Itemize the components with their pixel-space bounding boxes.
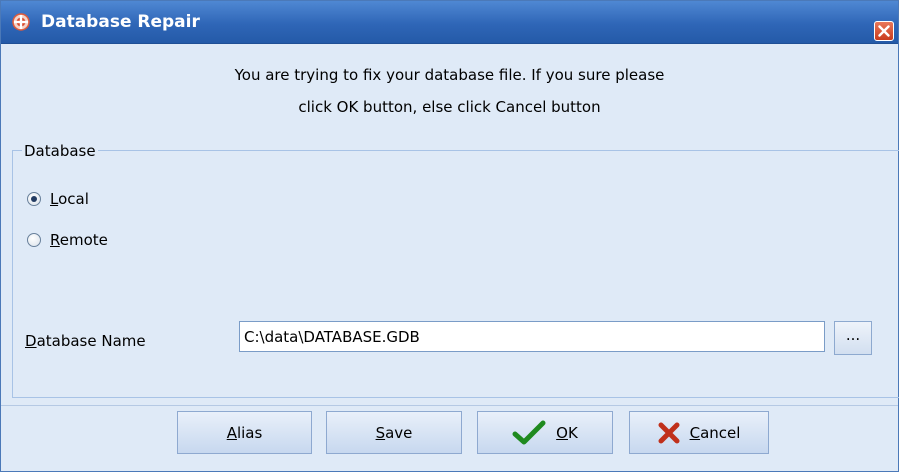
alias-button-label: Alias: [226, 423, 263, 442]
app-logo-icon: [12, 13, 30, 31]
radio-remote-indicator[interactable]: [27, 233, 41, 247]
radio-remote-label: Remote: [50, 231, 108, 249]
save-button-label: Save: [375, 423, 413, 442]
ok-button[interactable]: OK: [477, 411, 613, 454]
alias-button[interactable]: Alias: [177, 411, 312, 454]
radio-local[interactable]: Local: [27, 190, 89, 208]
radio-local-indicator[interactable]: [27, 192, 41, 206]
database-group-legend: Database: [22, 142, 98, 160]
browse-button[interactable]: ...: [834, 321, 872, 355]
database-repair-window: Database Repair You are trying to fix yo…: [0, 0, 899, 472]
instruction-message: You are trying to fix your database file…: [1, 59, 898, 123]
message-line-2: click OK button, else click Cancel butto…: [298, 98, 601, 116]
save-button[interactable]: Save: [326, 411, 462, 454]
close-button[interactable]: [874, 21, 894, 41]
x-icon: [658, 422, 680, 443]
database-name-label: Database Name: [25, 332, 146, 350]
cancel-button-label: Cancel: [689, 423, 741, 442]
database-name-input[interactable]: [239, 321, 825, 352]
checkmark-icon: [512, 420, 546, 444]
title-bar[interactable]: Database Repair: [1, 1, 898, 44]
button-separator: [1, 405, 898, 406]
close-icon: [878, 25, 890, 37]
radio-local-label: Local: [50, 190, 89, 208]
window-title: Database Repair: [41, 12, 200, 32]
database-groupbox: [12, 150, 899, 398]
cancel-button[interactable]: Cancel: [629, 411, 769, 454]
message-line-1: You are trying to fix your database file…: [234, 66, 665, 84]
ok-button-label: OK: [556, 423, 578, 442]
radio-remote[interactable]: Remote: [27, 231, 108, 249]
